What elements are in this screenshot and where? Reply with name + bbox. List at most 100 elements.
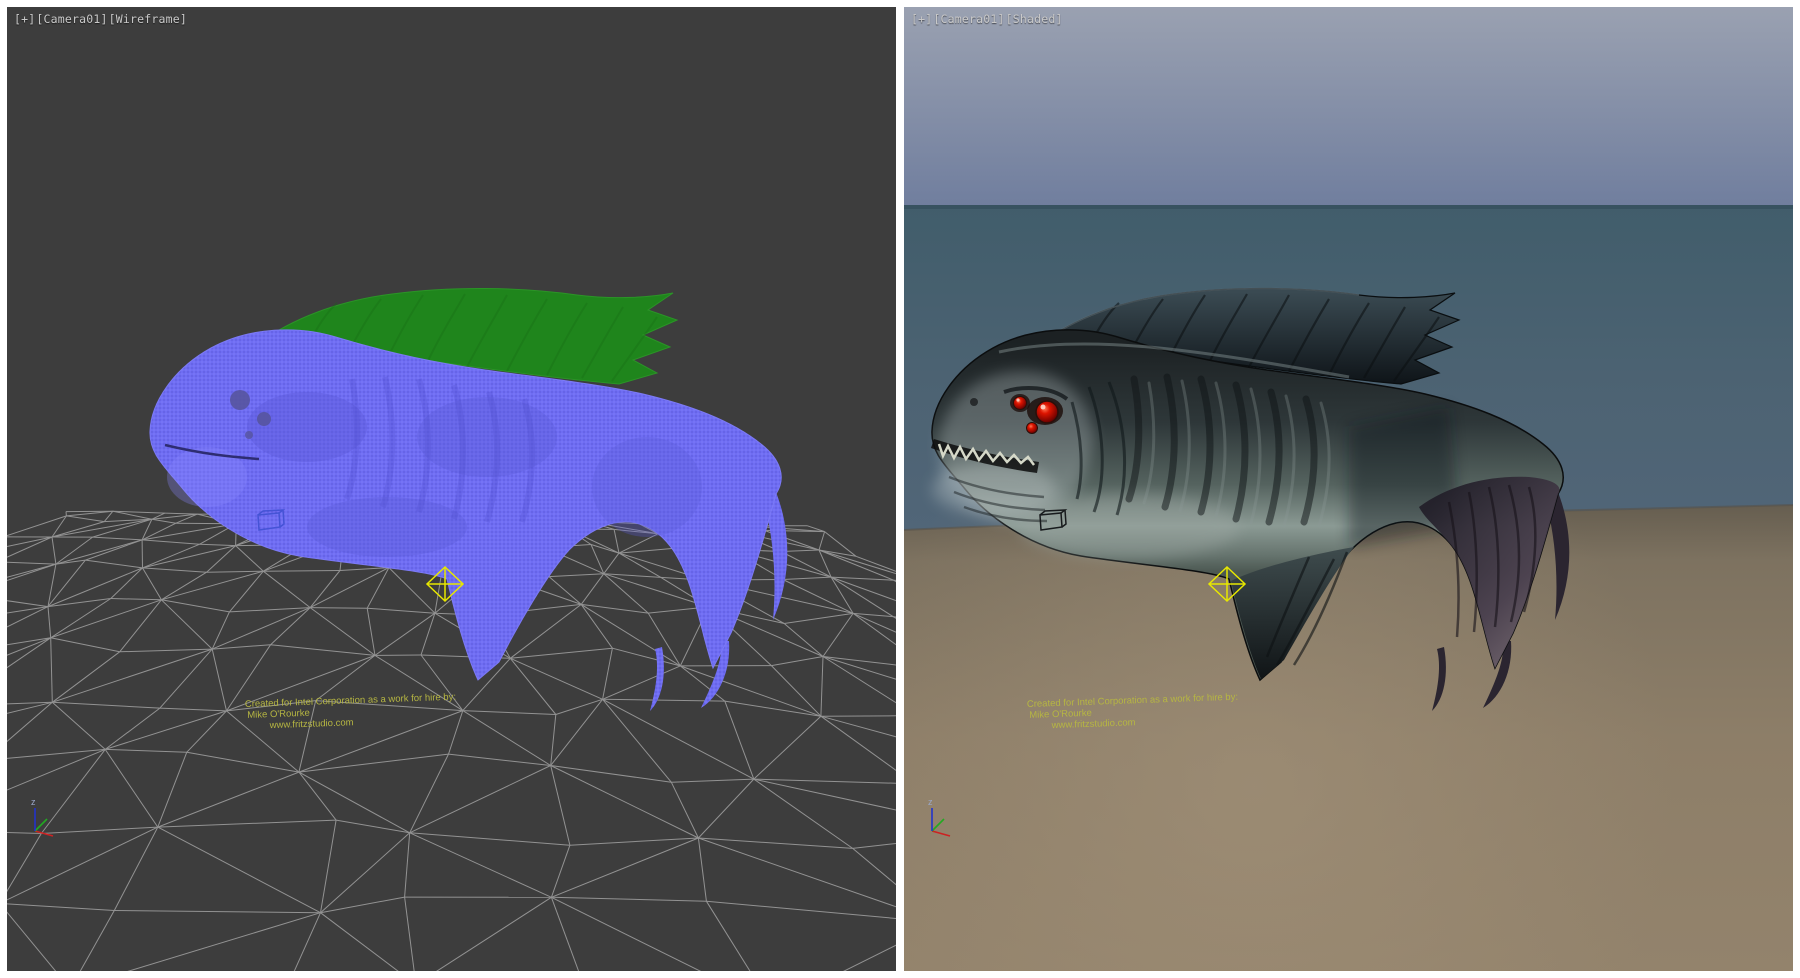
viewport-menu-general[interactable]: [+] [911,12,932,26]
ground-grid-line [603,648,613,699]
nostril [970,398,978,406]
ground-grid-line [783,577,831,579]
ground-grid-line [823,613,853,656]
ground-grid-line [706,901,772,971]
eye-main [1036,401,1058,423]
ground-grid-line [236,546,264,572]
watermark: Created for Intel Corporation as a work … [245,692,457,732]
ground-grid-line [41,827,158,833]
ground-grid-line [271,645,375,656]
ground-grid-line [105,749,158,827]
ground-grid-line [671,779,754,782]
eye-secondary [1014,397,1027,410]
viewport-shaded[interactable]: [+][Camera01][Shaded] [904,7,1793,971]
ground-grid-line [160,708,227,711]
ground-grid-line [510,648,612,658]
viewport-canvas-wireframe[interactable]: Created for Intel Corporation as a work … [7,7,896,971]
ground-grid-line [771,666,821,717]
ground-grid-line [207,546,236,573]
ground-grid-line [754,716,821,779]
ground-grid-line [321,897,405,913]
ground-grid-line [825,532,856,557]
ground-grid-line [85,540,142,560]
viewport-canvas-shaded[interactable]: Created for Intel Corporation as a work … [904,7,1793,971]
ground-grid-line [416,897,552,971]
ground-grid-line [784,613,853,623]
horizon-line [904,205,1793,209]
ground-grid-line [48,607,51,638]
ground-grid-line [56,540,142,564]
ground-grid-line [310,568,389,608]
ground-grid-line [52,652,119,703]
world-axis-gizmo: z [31,797,53,836]
ground-grid-line [725,701,821,716]
ground-grid-line [7,903,114,910]
ground-grid-line [7,638,51,706]
ground-grid-line [581,604,648,613]
eye-highlight [1041,405,1046,410]
ground-grid-line [375,613,435,655]
ground-grid-line [771,657,823,666]
ground-grid-line [510,658,602,699]
ground-grid-line [321,833,410,913]
ground-grid-line [7,607,48,654]
ground-grid-line [604,574,648,613]
viewport-menu-shading[interactable]: [Wireframe] [109,12,187,26]
ground-grid-line [591,545,619,554]
ground-grid-line [212,649,226,711]
ground-grid-line [603,699,754,779]
ground-grid-line [551,715,556,766]
ground-grid-line [165,513,198,514]
viewport-wireframe[interactable]: [+][Camera01][Wireframe] [7,7,896,971]
ground-grid-line [698,838,706,901]
ground-grid-line [581,604,680,666]
ground-grid-line [754,779,896,832]
ground-grid-line [367,608,375,655]
ground-grid-line [698,779,753,838]
ground-grid-line [7,834,41,904]
ground-grid-line [52,537,56,564]
ground-grid-line [51,599,111,638]
ground-grid-line [781,552,831,578]
ground-grid-line [120,649,213,652]
ground-grid-line [367,568,389,609]
ground-grid-line [158,820,336,827]
ground-grid-line [619,553,661,577]
ground-grid-line [7,607,48,635]
fish-fin-strand[interactable] [650,647,664,711]
ground-grid-line [93,537,143,540]
ground-grid-line [821,657,823,717]
ground-grid-line [570,838,699,845]
ground-grid-line [200,544,236,545]
ground-grid-line [405,833,410,897]
z-axis-label: z [31,797,36,807]
ground-grid-line [310,608,375,656]
viewport-menu-general[interactable]: [+] [14,12,35,26]
ground-grid-line [85,560,142,568]
ground-grid-line [551,897,772,971]
ground-grid-line [551,766,699,839]
ground-grid-line [299,772,336,820]
ground-grid-line [823,657,896,712]
ground-grid-line [120,600,162,652]
ground-grid-line [7,638,51,704]
viewport-menu-shading[interactable]: [Shaded] [1006,12,1063,26]
ground-grid-line [612,648,680,666]
ground-grid-line [449,711,463,755]
ground-grid-line [510,658,556,714]
ground-grid-line [104,511,113,521]
ground-grid-line [831,577,896,628]
ground-grid-line [158,752,187,827]
ground-grid-line [48,564,56,607]
ground-grid-line [819,532,825,550]
ground-grid-line [581,574,604,605]
ground-grid-line [772,923,896,971]
ground-grid-line [7,749,105,760]
viewport-menu-pov[interactable]: [Camera01] [36,12,107,26]
viewport-menu-pov[interactable]: [Camera01] [933,12,1004,26]
ground-grid-line [229,571,263,612]
ground-grid-line [263,571,340,572]
ground-grid-line [7,564,56,595]
ground-grid-line [754,779,896,784]
ground-grid-line [158,827,321,913]
